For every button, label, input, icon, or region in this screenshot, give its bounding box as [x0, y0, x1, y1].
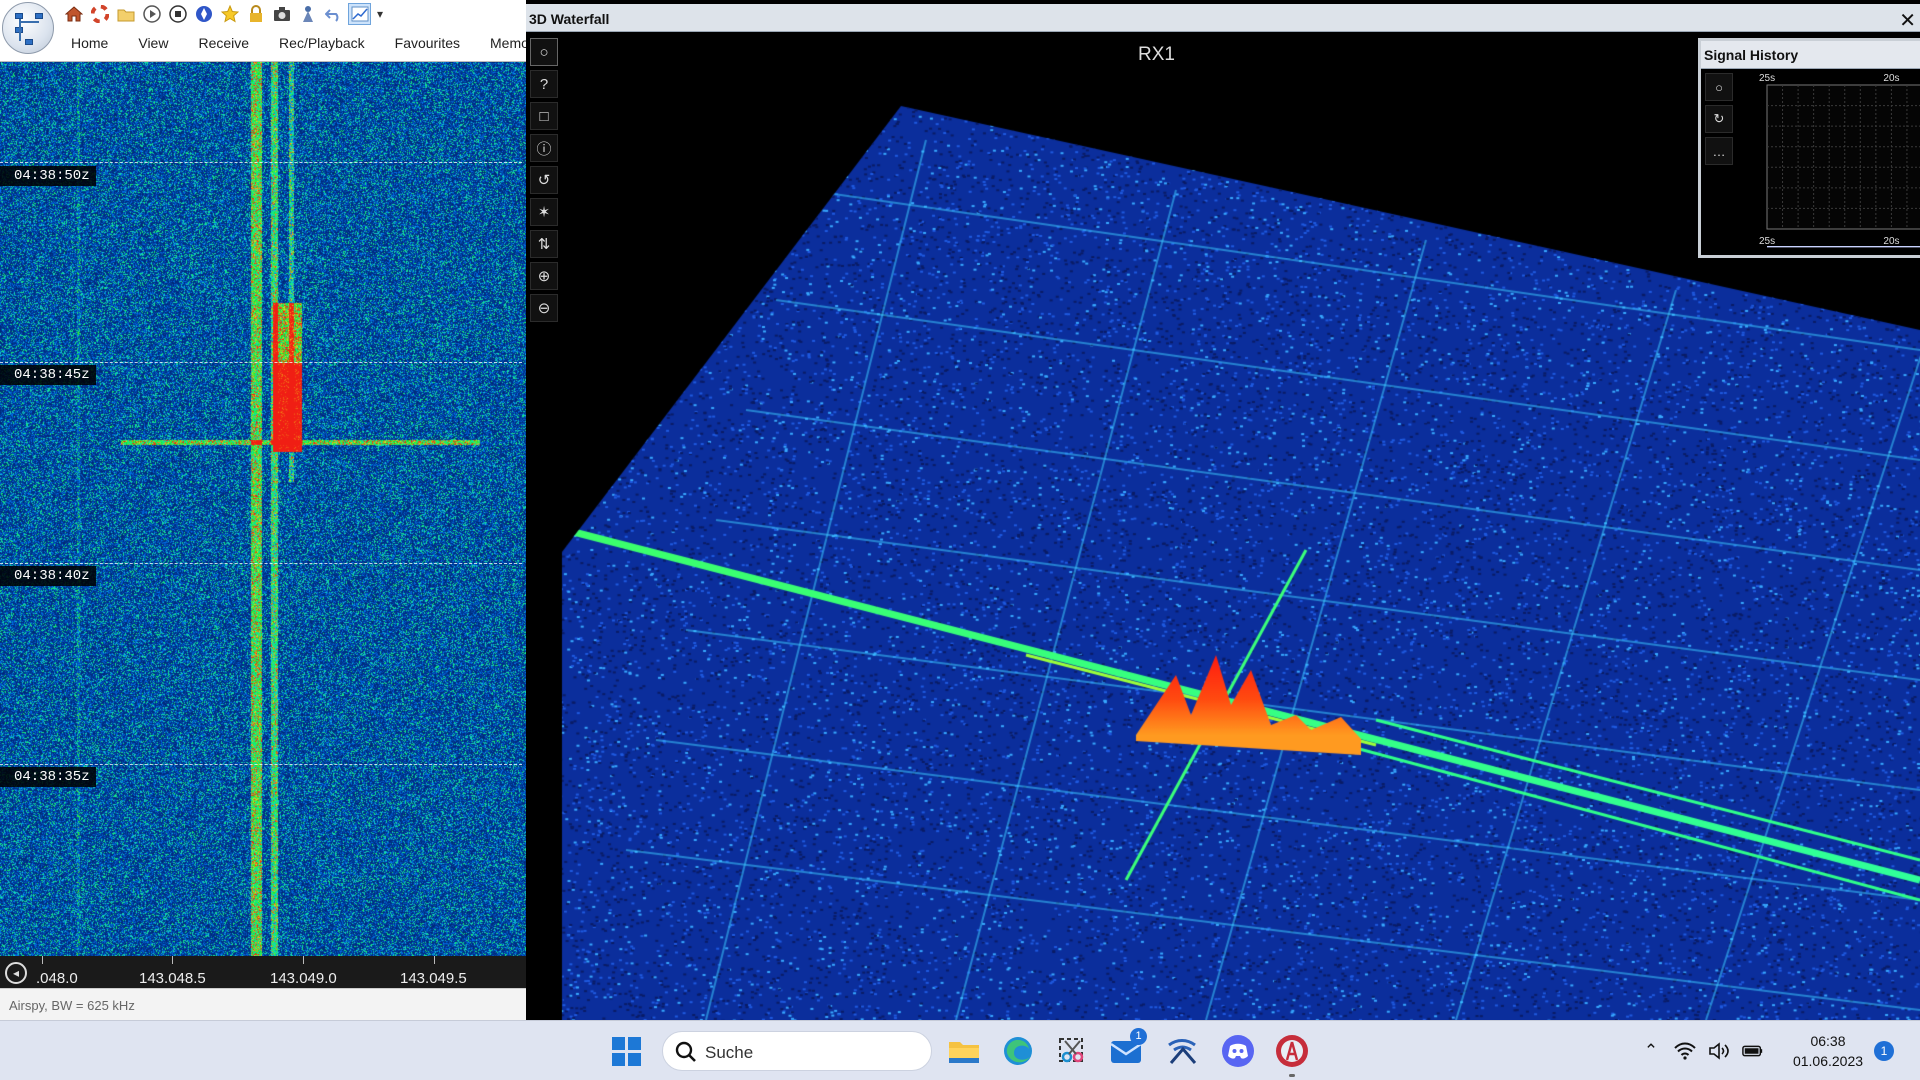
ribbon-tabs: Home View Receive Rec/Playback Favourite… — [56, 33, 559, 55]
signal-history-toolbar: ○ ↻ … — [1705, 73, 1735, 169]
window-title-bar[interactable]: 3D Waterfall ✕ — [526, 4, 1920, 32]
mail-icon[interactable]: 1 — [1106, 1028, 1147, 1071]
ribbon: ▾ Home View Receive Rec/Playback Favouri… — [0, 0, 544, 62]
freq-tick — [42, 956, 43, 964]
waterfall-toolbar: ○ ? □ ⓘ ↺ ✶ ⇅ ⊕ ⊖ — [530, 38, 560, 326]
tab-rec-playback[interactable]: Rec/Playback — [264, 33, 380, 55]
sdr-app-window: ▾ Home View Receive Rec/Playback Favouri… — [0, 0, 544, 1020]
axis-menu-button[interactable]: ◂ — [5, 962, 27, 984]
clock-time: 06:38 — [1810, 1033, 1846, 1049]
plot-area — [1766, 84, 1920, 230]
swap-vertical-icon[interactable]: ⇅ — [530, 230, 558, 258]
info-icon[interactable]: ⓘ — [530, 134, 558, 162]
star-icon[interactable] — [218, 3, 241, 25]
search-placeholder: Suche — [705, 1043, 754, 1062]
time-axis-label-top: 25s — [1759, 73, 1775, 84]
waterfall-3d-window: 3D Waterfall ✕ ○ ? □ ⓘ ↺ ✶ ⇅ ⊕ ⊖ RX1 Sig… — [526, 0, 1920, 1020]
lock-icon[interactable] — [244, 3, 267, 25]
notification-badge[interactable]: 1 — [1874, 1041, 1894, 1061]
clock[interactable]: 06:38 01.06.2023 — [1778, 1031, 1878, 1071]
taskbar: Suche 1 ⌃ 06:38 01.06.2023 1 — [0, 1020, 1920, 1080]
zoom-out-icon[interactable]: ⊖ — [530, 294, 558, 322]
tab-receive[interactable]: Receive — [183, 33, 264, 55]
freq-label: 143.048.5 — [139, 970, 206, 987]
folder-icon[interactable] — [114, 3, 137, 25]
stop-icon[interactable] — [166, 3, 189, 25]
time-label: 04:38:50z — [0, 166, 96, 186]
rx-label: RX1 — [1138, 44, 1175, 65]
screen: ▾ Home View Receive Rec/Playback Favouri… — [0, 0, 1920, 1080]
search-icon — [675, 1041, 696, 1062]
dropdown-icon[interactable]: ▾ — [374, 3, 386, 25]
reset-icon[interactable]: ↻ — [1705, 105, 1733, 133]
time-label: 04:38:35z — [0, 767, 96, 787]
volume-icon[interactable] — [1708, 1040, 1730, 1062]
home-icon[interactable] — [62, 3, 85, 25]
wifi-icon[interactable] — [1674, 1040, 1696, 1062]
signal-history-title: Signal History — [1704, 47, 1799, 63]
close-icon[interactable]: ✕ — [1899, 8, 1916, 33]
freq-label: 143.049.0 — [270, 970, 337, 987]
tab-favourites[interactable]: Favourites — [380, 33, 475, 55]
navigate-icon[interactable] — [192, 3, 215, 25]
select-tool-icon[interactable]: ○ — [530, 38, 558, 66]
more-icon[interactable]: … — [1705, 137, 1733, 165]
time-gridline — [0, 764, 522, 765]
undo-icon[interactable] — [322, 3, 345, 25]
time-gridline — [0, 563, 522, 564]
time-axis-label-bottom: 25s — [1759, 236, 1775, 247]
time-gridline — [0, 362, 522, 363]
app-menu-button[interactable] — [2, 2, 54, 54]
signal-history-window: Signal History ✕ 25s25s20s20s15s15s10s10… — [1698, 38, 1920, 258]
waterfall-2d-canvas[interactable] — [0, 62, 526, 956]
time-axis-label-top: 20s — [1883, 73, 1899, 84]
sdr-app-icon[interactable] — [1272, 1031, 1312, 1077]
time-gridline — [0, 162, 522, 163]
lifebuoy-icon[interactable] — [88, 3, 111, 25]
device-status: Airspy, BW = 625 kHz — [9, 998, 135, 1013]
battery-icon[interactable] — [1742, 1040, 1764, 1062]
tab-home[interactable]: Home — [56, 33, 123, 55]
box-view-icon[interactable]: □ — [530, 102, 558, 130]
freq-label: 143.049.5 — [400, 970, 467, 987]
clock-date: 01.06.2023 — [1792, 1053, 1864, 1069]
edge-icon[interactable] — [998, 1031, 1038, 1071]
status-bar: Airspy, BW = 625 kHz — [0, 988, 526, 1020]
camera-icon[interactable] — [270, 3, 293, 25]
freq-tick — [303, 956, 304, 964]
time-axis-label-bottom: 20s — [1883, 236, 1899, 247]
time-label: 04:38:45z — [0, 365, 96, 385]
freq-tick — [172, 956, 173, 964]
file-explorer-icon[interactable] — [944, 1031, 984, 1071]
signal-history-title-bar[interactable]: Signal History ✕ — [1701, 41, 1920, 69]
radio-app-icon[interactable] — [1162, 1031, 1202, 1071]
start-button[interactable] — [612, 1037, 642, 1067]
select-tool-icon[interactable]: ○ — [1705, 73, 1733, 101]
freq-tick — [434, 956, 435, 964]
snipping-tool-icon[interactable] — [1052, 1031, 1092, 1071]
system-tray: ⌃ — [1640, 1033, 1764, 1069]
window-title: 3D Waterfall — [529, 11, 610, 27]
running-indicator — [1289, 1074, 1295, 1077]
help-icon[interactable]: ? — [530, 70, 558, 98]
mail-badge: 1 — [1130, 1028, 1147, 1045]
antenna-icon[interactable] — [296, 3, 319, 25]
light-icon[interactable]: ✶ — [530, 198, 558, 226]
search-box[interactable]: Suche — [662, 1031, 932, 1071]
frequency-axis[interactable]: ◂ .048.0 143.048.5 143.049.0 143.049.5 — [0, 956, 526, 988]
chevron-up-icon[interactable]: ⌃ — [1640, 1040, 1662, 1062]
freq-label: .048.0 — [36, 970, 78, 987]
graph-icon[interactable] — [348, 3, 371, 25]
quick-access-toolbar: ▾ — [62, 2, 386, 26]
discord-icon[interactable] — [1218, 1031, 1258, 1071]
rotate-icon[interactable]: ↺ — [530, 166, 558, 194]
zoom-in-icon[interactable]: ⊕ — [530, 262, 558, 290]
play-icon[interactable] — [140, 3, 163, 25]
tab-view[interactable]: View — [123, 33, 183, 55]
waterfall-2d-display[interactable]: 04:38:50z 04:38:45z 04:38:40z 04:38:35z — [0, 62, 526, 956]
time-label: 04:38:40z — [0, 566, 96, 586]
